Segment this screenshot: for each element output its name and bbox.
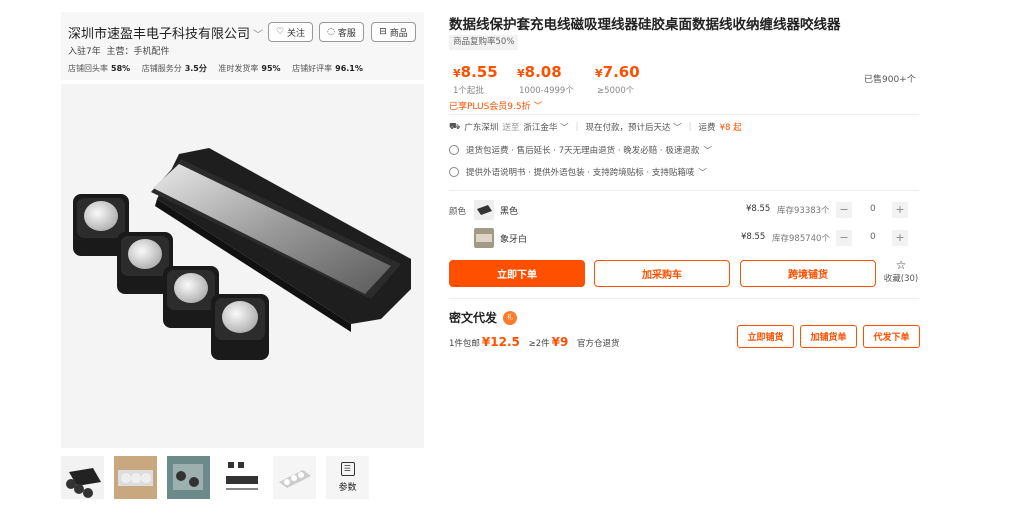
shop-years: 入驻7年 xyxy=(68,47,101,57)
dropship-fees: 1件包邮 ¥12.5 ≥2件 ¥9 官方仓退货 xyxy=(449,335,620,349)
favorite-count: 收藏(30) xyxy=(883,274,919,284)
chevron-down-icon: ﹀ xyxy=(253,30,264,41)
thumbnail-5[interactable] xyxy=(273,456,316,499)
goods-button[interactable]: ⊟ 商品 xyxy=(371,22,416,42)
price-tier-1: ¥8.55 xyxy=(453,63,498,81)
variant-black-image xyxy=(477,205,492,215)
cross-border-row[interactable]: 提供外语说明书 · 提供外语包装 · 支持跨境贴标 · 支持贴箱唛 ﹀ xyxy=(449,166,707,178)
variant-name: 黑色 xyxy=(500,207,519,217)
service-row[interactable]: 退货包运费 · 售后延长 · 7天无理由退货 · 晚发必赔 · 极速退款 ﹀ xyxy=(449,144,712,156)
variant-price: ¥8.55 xyxy=(741,232,766,242)
quantity-value[interactable]: 0 xyxy=(870,232,876,242)
variant-stock: 库存985740个 xyxy=(772,234,830,244)
divider xyxy=(449,114,919,115)
follow-button[interactable]: ♡ 关注 xyxy=(268,22,313,42)
main-product-image[interactable] xyxy=(61,84,424,448)
thumbnail-desk-image xyxy=(114,456,157,499)
product-illustration xyxy=(73,148,411,360)
shield-icon xyxy=(449,145,459,155)
chevron-down-icon: ﹀ xyxy=(533,102,543,112)
shop-name[interactable]: 深圳市速盈丰电子科技有限公司 ﹀ xyxy=(68,23,263,42)
increment-button[interactable]: + xyxy=(892,230,908,246)
variant-row: 黑色 ¥8.55 库存93383个 − 0 + xyxy=(474,200,920,220)
params-thumbnail[interactable]: ☰ 参数 xyxy=(326,456,369,499)
price-tier-2: ¥8.08 xyxy=(517,63,562,81)
delivery-estimate[interactable]: 现在付款，预计后天达 ﹀ xyxy=(585,121,681,133)
tier-quantity-1: 1个起批 xyxy=(453,86,484,96)
thumbnail-black-image xyxy=(61,456,104,499)
increment-button[interactable]: + xyxy=(892,202,908,218)
decrement-button[interactable]: − xyxy=(836,230,852,246)
thumbnail-1[interactable] xyxy=(61,456,104,499)
dropship-title: 密文代发 xyxy=(449,311,498,325)
plus-discount[interactable]: 已享PLUS会员9.5折 ﹀ xyxy=(449,99,543,112)
sold-count: 已售900+个 xyxy=(864,75,916,85)
params-icon: ☰ xyxy=(340,462,355,476)
variant-price: ¥8.55 xyxy=(746,204,771,214)
variant-swatch[interactable] xyxy=(474,200,494,220)
decrement-button[interactable]: − xyxy=(836,202,852,218)
globe-icon xyxy=(449,167,459,177)
thumbnail-3[interactable] xyxy=(167,456,210,499)
variant-row: 象牙白 ¥8.55 库存985740个 − 0 + xyxy=(474,228,920,248)
tier-quantity-2: 1000-4999个 xyxy=(519,86,574,96)
truck-icon: ⛟ xyxy=(449,121,461,132)
divider xyxy=(449,298,919,299)
product-title: 数据线保护套充电线磁吸理线器硅胶桌面数据线收纳缠线器咬线器 xyxy=(449,17,841,33)
add-to-cart-button[interactable]: 加采购车 xyxy=(594,260,730,287)
divider xyxy=(449,190,919,191)
box-icon: ⊟ xyxy=(379,27,387,37)
variant-swatch[interactable] xyxy=(474,228,494,248)
quantity-value[interactable]: 0 xyxy=(870,204,876,214)
dropship-order-button[interactable]: 代发下单 xyxy=(863,325,920,348)
destination-select[interactable]: 浙江金华 ﹀ xyxy=(523,121,568,133)
color-label: 颜色 xyxy=(449,207,467,217)
cross-border-button[interactable]: 跨境铺货 xyxy=(740,260,876,287)
thumbnail-usage-image xyxy=(167,456,210,499)
params-label: 参数 xyxy=(338,483,357,493)
customer-service-button[interactable]: ◌ 客服 xyxy=(319,22,364,42)
variant-stock: 库存93383个 xyxy=(777,206,830,216)
gift-icon: 礼 xyxy=(503,311,517,325)
shop-card: 深圳市速盈丰电子科技有限公司 ﹀ 入驻7年 主营：手机配件 店铺回头率 58% 店铺… xyxy=(61,12,424,80)
variant-name: 象牙白 xyxy=(500,235,528,245)
chevron-down-icon: ﹀ xyxy=(703,146,712,156)
tier-quantity-3: ≥5000个 xyxy=(597,86,635,96)
favorite-button[interactable]: ☆ 收藏(30) xyxy=(880,258,922,285)
repurchase-badge: 商品复购率50% xyxy=(449,35,519,50)
heart-icon: ♡ xyxy=(275,27,285,37)
list-now-button[interactable]: 立即铺货 xyxy=(737,325,794,348)
variant-ivory-image xyxy=(476,234,492,242)
buy-now-button[interactable]: 立即下单 xyxy=(449,260,585,287)
chat-icon: ◌ xyxy=(327,27,335,37)
shop-stats: 店铺回头率 58% 店铺服务分 3.5分 准时发货率 95% 店铺好评率 96.1% xyxy=(68,64,363,73)
shipping-row: ⛟ 广东深圳 送至 浙江金华 ﹀ | 现在付款，预计后天达 ﹀ | 运费 ¥8 … xyxy=(449,121,742,134)
add-list-button[interactable]: 加铺货单 xyxy=(800,325,857,348)
star-icon: ☆ xyxy=(895,258,907,272)
thumbnail-white-image xyxy=(279,470,311,488)
thumbnail-2[interactable] xyxy=(114,456,157,499)
thumbnail-dimension-image xyxy=(226,462,258,490)
chevron-down-icon: ﹀ xyxy=(698,168,707,178)
shipping-fee: ¥8 起 xyxy=(719,123,742,133)
shop-meta: 入驻7年 主营：手机配件 xyxy=(68,44,169,57)
thumbnail-4[interactable] xyxy=(220,456,263,499)
price-tier-3: ¥7.60 xyxy=(595,63,640,81)
shop-main-business: 主营：手机配件 xyxy=(106,47,170,57)
